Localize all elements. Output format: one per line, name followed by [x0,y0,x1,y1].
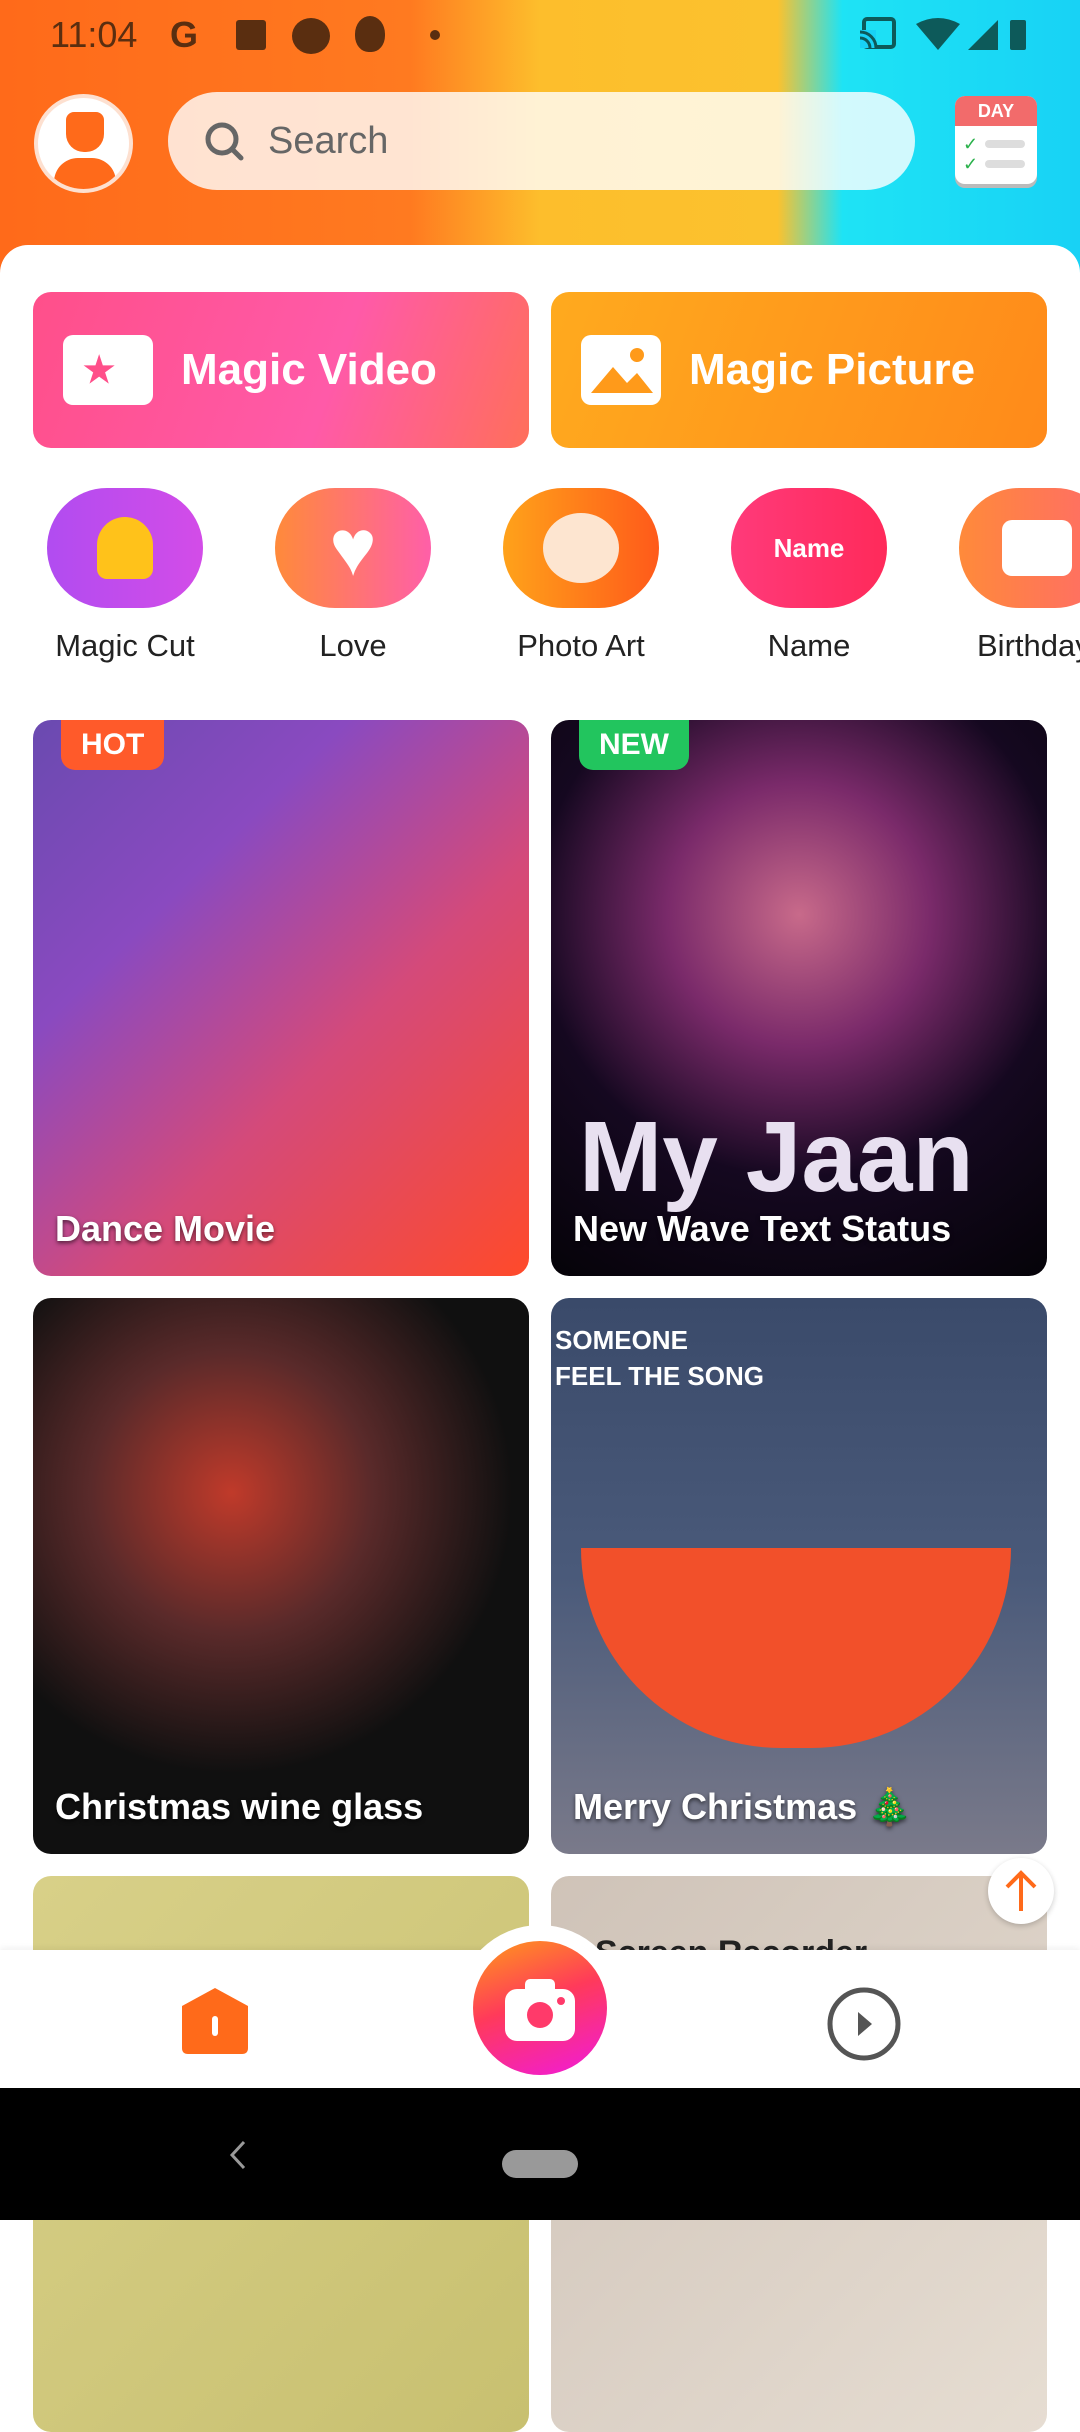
home-pill[interactable] [502,2150,578,2178]
system-icons [859,17,1026,50]
category-label: Magic Cut [55,628,195,663]
cast-icon [859,17,896,49]
cup-image [581,1548,1011,1748]
category-love[interactable]: ♥ Love [275,488,431,664]
search-bar[interactable]: Search [168,92,915,190]
search-icon [205,122,244,161]
home-icon[interactable] [180,1986,250,2056]
calendar-label: DAY [955,96,1037,126]
category-photo-art[interactable]: Photo Art [503,488,659,664]
check-icon: ✓ [963,154,979,174]
card-title: New Wave Text Status [573,1208,952,1249]
scroll-to-top-button[interactable] [988,1858,1054,1924]
camera-icon [505,1979,575,2041]
profile-avatar[interactable] [34,94,133,193]
hot-badge: HOT [61,720,165,770]
picture-icon [581,335,661,405]
template-card[interactable]: SOMEONE FEEL THE SONG Merry Christmas 🎄 [551,1298,1047,1854]
search-placeholder: Search [268,119,389,162]
category-label: Name [767,628,851,663]
google-icon: G [170,14,199,55]
status-bar: 11:04 G [0,0,1080,70]
arrow-up-icon [1005,1870,1037,1911]
template-card[interactable]: NEW My Jaan New Wave Text Status [551,720,1047,1276]
cat-icon [292,18,330,54]
card-title: Christmas wine glass [55,1786,424,1827]
video-play-icon[interactable] [826,1986,902,2062]
palette-icon [503,488,659,608]
name-icon-text: Name [773,532,845,563]
camera-button[interactable] [457,1925,623,2091]
category-label: Birthday [977,628,1080,663]
new-badge: NEW [579,720,689,770]
category-label: Love [319,628,387,663]
magic-picture-label: Magic Picture [689,345,976,394]
check-icon: ✓ [963,134,979,154]
heart-icon: ♥ [275,488,431,608]
dot-icon [430,30,440,40]
template-card[interactable]: HOT Dance Movie [33,720,529,1276]
category-magic-cut[interactable]: Magic Cut [47,488,203,664]
card-title: Merry Christmas 🎄 [573,1786,912,1827]
person-icon [47,488,203,608]
daily-calendar-button[interactable]: DAY ✓ ✓ [955,96,1037,184]
card-title: Dance Movie [55,1208,276,1249]
category-label: Photo Art [517,628,645,663]
gift-icon [959,488,1080,608]
battery-charging-icon [1010,20,1026,50]
card-overlay-text: SOMEONE FEEL THE SONG [555,1325,764,1391]
back-icon[interactable] [228,2140,248,2170]
clock: 11:04 [50,14,138,55]
gallery-icon [236,20,266,50]
magic-video-button[interactable]: ★ Magic Video [33,292,529,448]
category-name[interactable]: Name Name [731,488,887,664]
template-card[interactable]: Christmas wine glass [33,1298,529,1854]
system-navigation-bar [0,2088,1080,2220]
magic-picture-button[interactable]: Magic Picture [551,292,1047,448]
name-pen-icon: Name [731,488,887,608]
magic-video-label: Magic Video [181,345,437,394]
card-overlay-text: My Jaan [579,1101,974,1213]
video-camera-icon: ★ [63,335,153,405]
wifi-icon [916,18,960,50]
signal-icon [968,20,998,50]
category-birthday[interactable]: Birthday [959,488,1080,664]
fire-icon [355,16,385,52]
